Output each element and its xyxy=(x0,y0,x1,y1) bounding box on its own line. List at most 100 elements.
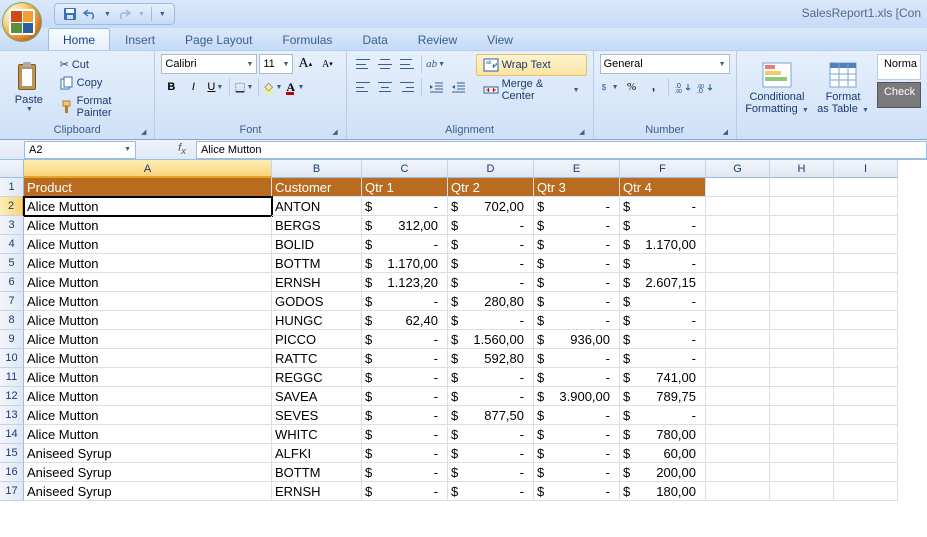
cell[interactable]: $- xyxy=(534,216,620,235)
tab-formulas[interactable]: Formulas xyxy=(267,28,347,50)
cell[interactable]: $592,80 xyxy=(448,349,534,368)
increase-decimal-button[interactable]: .0.00 xyxy=(673,77,693,97)
redo-icon[interactable] xyxy=(117,7,131,21)
percent-button[interactable]: % xyxy=(622,77,642,97)
cell[interactable]: ERNSH xyxy=(272,273,362,292)
column-header[interactable]: C xyxy=(362,160,448,178)
cell[interactable] xyxy=(770,482,834,501)
cell[interactable]: BOTTM xyxy=(272,463,362,482)
cell[interactable] xyxy=(770,216,834,235)
cell[interactable]: $180,00 xyxy=(620,482,706,501)
cell[interactable]: SEVES xyxy=(272,406,362,425)
cell[interactable]: $- xyxy=(362,292,448,311)
cell[interactable]: ANTON xyxy=(272,197,362,216)
cell[interactable] xyxy=(834,311,898,330)
cell[interactable]: $312,00 xyxy=(362,216,448,235)
merge-center-button[interactable]: Merge & Center ▼ xyxy=(476,79,587,101)
cell[interactable]: BOLID xyxy=(272,235,362,254)
cell[interactable] xyxy=(834,273,898,292)
cell[interactable]: Alice Mutton xyxy=(24,273,272,292)
formula-bar[interactable]: Alice Mutton xyxy=(196,141,927,159)
cell[interactable] xyxy=(834,197,898,216)
cell[interactable]: $280,80 xyxy=(448,292,534,311)
row-header[interactable]: 4 xyxy=(0,235,24,254)
cell[interactable]: $- xyxy=(620,330,706,349)
cut-button[interactable]: ✂ Cut xyxy=(56,56,149,73)
cell[interactable]: $- xyxy=(448,482,534,501)
save-icon[interactable] xyxy=(63,7,77,21)
orientation-button[interactable]: ab▼ xyxy=(426,54,446,74)
cell[interactable]: $- xyxy=(620,216,706,235)
cell[interactable] xyxy=(706,368,770,387)
cell[interactable]: Qtr 2 xyxy=(448,178,534,197)
cell[interactable] xyxy=(706,311,770,330)
cell[interactable]: Product xyxy=(24,178,272,197)
tab-home[interactable]: Home xyxy=(48,28,110,50)
cell[interactable] xyxy=(770,235,834,254)
cell[interactable]: Alice Mutton xyxy=(24,216,272,235)
cell[interactable] xyxy=(834,463,898,482)
cell[interactable] xyxy=(770,463,834,482)
cell[interactable] xyxy=(770,273,834,292)
cell[interactable]: $780,00 xyxy=(620,425,706,444)
border-button[interactable]: ▼ xyxy=(234,77,254,97)
cell[interactable]: $- xyxy=(534,406,620,425)
row-header[interactable]: 10 xyxy=(0,349,24,368)
row-header[interactable]: 6 xyxy=(0,273,24,292)
cell[interactable]: Alice Mutton xyxy=(24,349,272,368)
cell[interactable]: PICCO xyxy=(272,330,362,349)
cell[interactable]: RATTC xyxy=(272,349,362,368)
column-header[interactable]: D xyxy=(448,160,534,178)
paste-button[interactable]: Paste ▼ xyxy=(6,54,52,120)
cell[interactable]: ALFKI xyxy=(272,444,362,463)
cell[interactable]: Aniseed Syrup xyxy=(24,463,272,482)
cell[interactable]: Alice Mutton xyxy=(24,387,272,406)
qat-customize[interactable]: ▼ xyxy=(159,11,166,18)
cell[interactable] xyxy=(834,406,898,425)
comma-button[interactable]: , xyxy=(644,77,664,97)
row-header[interactable]: 13 xyxy=(0,406,24,425)
column-header[interactable]: B xyxy=(272,160,362,178)
cell[interactable]: ERNSH xyxy=(272,482,362,501)
cell[interactable]: $877,50 xyxy=(448,406,534,425)
bold-button[interactable]: B xyxy=(161,77,181,97)
format-as-table-button[interactable]: Format as Table ▼ xyxy=(815,54,871,120)
cell[interactable]: $1.123,20 xyxy=(362,273,448,292)
font-color-button[interactable]: A▼ xyxy=(285,77,305,97)
cell[interactable]: $- xyxy=(534,444,620,463)
cell[interactable] xyxy=(834,482,898,501)
cell[interactable]: $- xyxy=(362,406,448,425)
cell[interactable] xyxy=(706,349,770,368)
grow-font-button[interactable]: A▴ xyxy=(295,54,315,74)
italic-button[interactable]: I xyxy=(183,77,203,97)
cell[interactable]: $1.560,00 xyxy=(448,330,534,349)
cell[interactable]: Alice Mutton xyxy=(24,197,272,216)
cell[interactable] xyxy=(706,292,770,311)
tab-page-layout[interactable]: Page Layout xyxy=(170,28,267,50)
cell[interactable]: $- xyxy=(620,197,706,216)
column-header[interactable]: I xyxy=(834,160,898,178)
align-middle-button[interactable] xyxy=(375,54,395,74)
cell[interactable] xyxy=(770,406,834,425)
cell[interactable]: Qtr 1 xyxy=(362,178,448,197)
row-header[interactable]: 1 xyxy=(0,178,24,197)
cell[interactable]: $3.900,00 xyxy=(534,387,620,406)
align-right-button[interactable] xyxy=(397,77,417,97)
cell[interactable]: $- xyxy=(448,368,534,387)
row-header[interactable]: 14 xyxy=(0,425,24,444)
cell[interactable]: $741,00 xyxy=(620,368,706,387)
format-painter-button[interactable]: Format Painter xyxy=(56,93,149,121)
tab-data[interactable]: Data xyxy=(347,28,402,50)
cell[interactable]: HUNGC xyxy=(272,311,362,330)
cell[interactable] xyxy=(834,349,898,368)
cell[interactable] xyxy=(834,254,898,273)
cell[interactable]: $- xyxy=(362,330,448,349)
cell[interactable] xyxy=(770,178,834,197)
cell[interactable] xyxy=(706,178,770,197)
cell[interactable]: $- xyxy=(534,254,620,273)
cell[interactable] xyxy=(834,425,898,444)
cell[interactable]: $1.170,00 xyxy=(362,254,448,273)
select-all-corner[interactable] xyxy=(0,160,24,178)
cell[interactable]: Alice Mutton xyxy=(24,330,272,349)
cell[interactable]: $- xyxy=(620,254,706,273)
